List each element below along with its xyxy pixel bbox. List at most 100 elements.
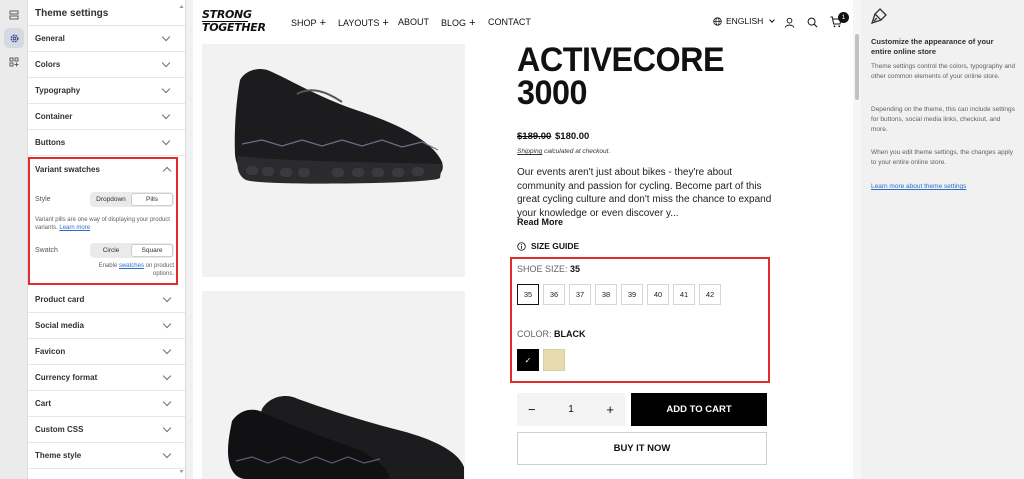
account-icon[interactable] xyxy=(784,15,795,33)
sale-price: $180.00 xyxy=(555,131,590,142)
size-guide-label: SIZE GUIDE xyxy=(531,241,580,251)
chevron-down-icon xyxy=(162,345,172,355)
store-header: STRONG TOGETHER ENGLISH 1 SHOP + LAYOUTS … xyxy=(193,0,853,44)
accordion-cart[interactable]: Cart xyxy=(28,391,185,417)
size-option-button[interactable]: 37 xyxy=(569,284,591,305)
color-label-text: COLOR: xyxy=(517,329,552,339)
chevron-down-icon xyxy=(161,32,171,42)
compare-at-price: $189.00 xyxy=(517,131,552,142)
size-label-text: SHOE SIZE: xyxy=(517,264,568,274)
shoe-pair-image xyxy=(228,396,464,479)
accordion-label: Buttons xyxy=(35,138,66,147)
size-option-button[interactable]: 39 xyxy=(621,284,643,305)
info-paragraph-1: Theme settings control the colors, typog… xyxy=(871,63,1016,80)
note-prefix: Enable xyxy=(98,263,118,269)
sections-icon[interactable] xyxy=(4,5,24,25)
style-segmented-control[interactable]: Dropdown Pills xyxy=(90,192,174,207)
color-selected-value: BLACK xyxy=(554,329,586,339)
style-label: Style xyxy=(35,196,51,203)
product-image-2[interactable] xyxy=(202,291,465,479)
theme-settings-gear-icon[interactable] xyxy=(4,28,24,48)
preview-scrollbar[interactable] xyxy=(853,0,861,479)
quantity-value[interactable]: 1 xyxy=(568,404,574,415)
size-option-button[interactable]: 40 xyxy=(647,284,669,305)
size-option-button[interactable]: 36 xyxy=(543,284,565,305)
info-icon xyxy=(517,241,526,251)
color-swatch-black[interactable]: ✓ xyxy=(517,349,539,371)
cart-count-badge: 1 xyxy=(838,12,849,23)
nav-label: SHOP xyxy=(291,18,317,28)
swatches-link[interactable]: swatches xyxy=(119,263,144,269)
theme-editor: Theme settings General Colors Typography Co… xyxy=(0,0,1024,479)
language-selector[interactable]: ENGLISH xyxy=(713,16,776,26)
product-image-1[interactable] xyxy=(202,44,465,277)
accordion-currency-format[interactable]: Currency format xyxy=(28,365,185,391)
style-option-pills[interactable]: Pills xyxy=(131,193,173,206)
chevron-down-icon xyxy=(161,84,171,94)
accordion-typography[interactable]: Typography xyxy=(28,78,185,104)
accordion-theme-style[interactable]: Theme style xyxy=(28,443,185,469)
swatch-label: Swatch xyxy=(35,247,58,254)
nav-blog[interactable]: BLOG + xyxy=(441,17,476,29)
app-embeds-icon[interactable] xyxy=(4,52,24,72)
nav-label: BLOG xyxy=(441,18,467,28)
color-swatch-beige[interactable] xyxy=(543,349,565,371)
learn-more-theme-settings-link[interactable]: Learn more about theme settings xyxy=(871,183,966,190)
accordion-label: Custom CSS xyxy=(35,425,84,434)
style-option-dropdown[interactable]: Dropdown xyxy=(91,193,131,206)
quantity-stepper[interactable]: − 1 + xyxy=(517,393,625,426)
shipping-link[interactable]: Shipping xyxy=(517,148,542,155)
accordion-label: Variant swatches xyxy=(35,164,100,174)
size-selected-value: 35 xyxy=(570,264,581,274)
size-option-button[interactable]: 42 xyxy=(699,284,721,305)
panel-title: Theme settings xyxy=(28,0,185,26)
info-paragraph-3: When you edit theme settings, the change… xyxy=(871,149,1014,166)
read-more-link[interactable]: Read More xyxy=(517,217,563,227)
size-option-button[interactable]: 41 xyxy=(673,284,695,305)
help-text: Variant pills are one way of displaying … xyxy=(35,217,170,231)
size-guide-link[interactable]: SIZE GUIDE xyxy=(517,241,579,251)
product-title: ACTIVECORE 3000 xyxy=(517,43,725,110)
accordion-general[interactable]: General xyxy=(28,26,185,52)
accordion-social-media[interactable]: Social media xyxy=(28,313,185,339)
chevron-down-icon xyxy=(769,16,776,23)
swatch-option-circle[interactable]: Circle xyxy=(91,244,131,257)
decrease-quantity-button[interactable]: − xyxy=(528,402,536,417)
search-icon[interactable] xyxy=(807,15,818,33)
accordion-variant-swatches[interactable]: Variant swatches xyxy=(28,156,185,182)
buy-it-now-button[interactable]: BUY IT NOW xyxy=(517,432,767,465)
chevron-down-icon xyxy=(162,319,172,329)
store-logo[interactable]: STRONG TOGETHER xyxy=(202,9,266,34)
swatch-option-square[interactable]: Square xyxy=(131,244,173,257)
chevron-up-icon xyxy=(162,166,172,175)
settings-info-panel: Customize the appearance of your entire … xyxy=(862,0,1024,479)
swatch-segmented-control[interactable]: Circle Square xyxy=(90,243,174,258)
accordion-product-card[interactable]: Product card xyxy=(28,287,185,313)
accordion-label: Colors xyxy=(35,60,61,69)
size-option-button[interactable]: 38 xyxy=(595,284,617,305)
accordion-buttons[interactable]: Buttons xyxy=(28,130,185,156)
accordion-label: Currency format xyxy=(35,373,98,382)
chevron-down-icon xyxy=(161,58,171,68)
accordion-container[interactable]: Container xyxy=(28,104,185,130)
chevron-down-icon xyxy=(162,423,172,433)
nav-label: ABOUT xyxy=(398,17,430,27)
add-to-cart-button[interactable]: ADD TO CART xyxy=(631,393,767,426)
accordion-colors[interactable]: Colors xyxy=(28,52,185,78)
accordion-favicon[interactable]: Favicon xyxy=(28,339,185,365)
accordion-label: Social media xyxy=(35,321,84,330)
globe-icon xyxy=(713,16,722,26)
size-option-button[interactable]: 35 xyxy=(517,284,539,305)
chevron-down-icon xyxy=(162,371,172,381)
increase-quantity-button[interactable]: + xyxy=(606,402,614,417)
nav-shop[interactable]: SHOP + xyxy=(291,17,326,29)
variant-pills-help: Variant pills are one way of displaying … xyxy=(35,216,175,232)
learn-more-link[interactable]: Learn more xyxy=(59,225,90,231)
plus-icon: + xyxy=(379,17,389,29)
nav-about[interactable]: ABOUT xyxy=(398,17,429,27)
nav-contact[interactable]: CONTACT xyxy=(488,17,531,27)
preview-scrollbar-thumb[interactable] xyxy=(855,34,859,100)
nav-layouts[interactable]: LAYOUTS + xyxy=(338,17,389,29)
accordion-custom-css[interactable]: Custom CSS xyxy=(28,417,185,443)
accordion-label: Container xyxy=(35,112,73,121)
